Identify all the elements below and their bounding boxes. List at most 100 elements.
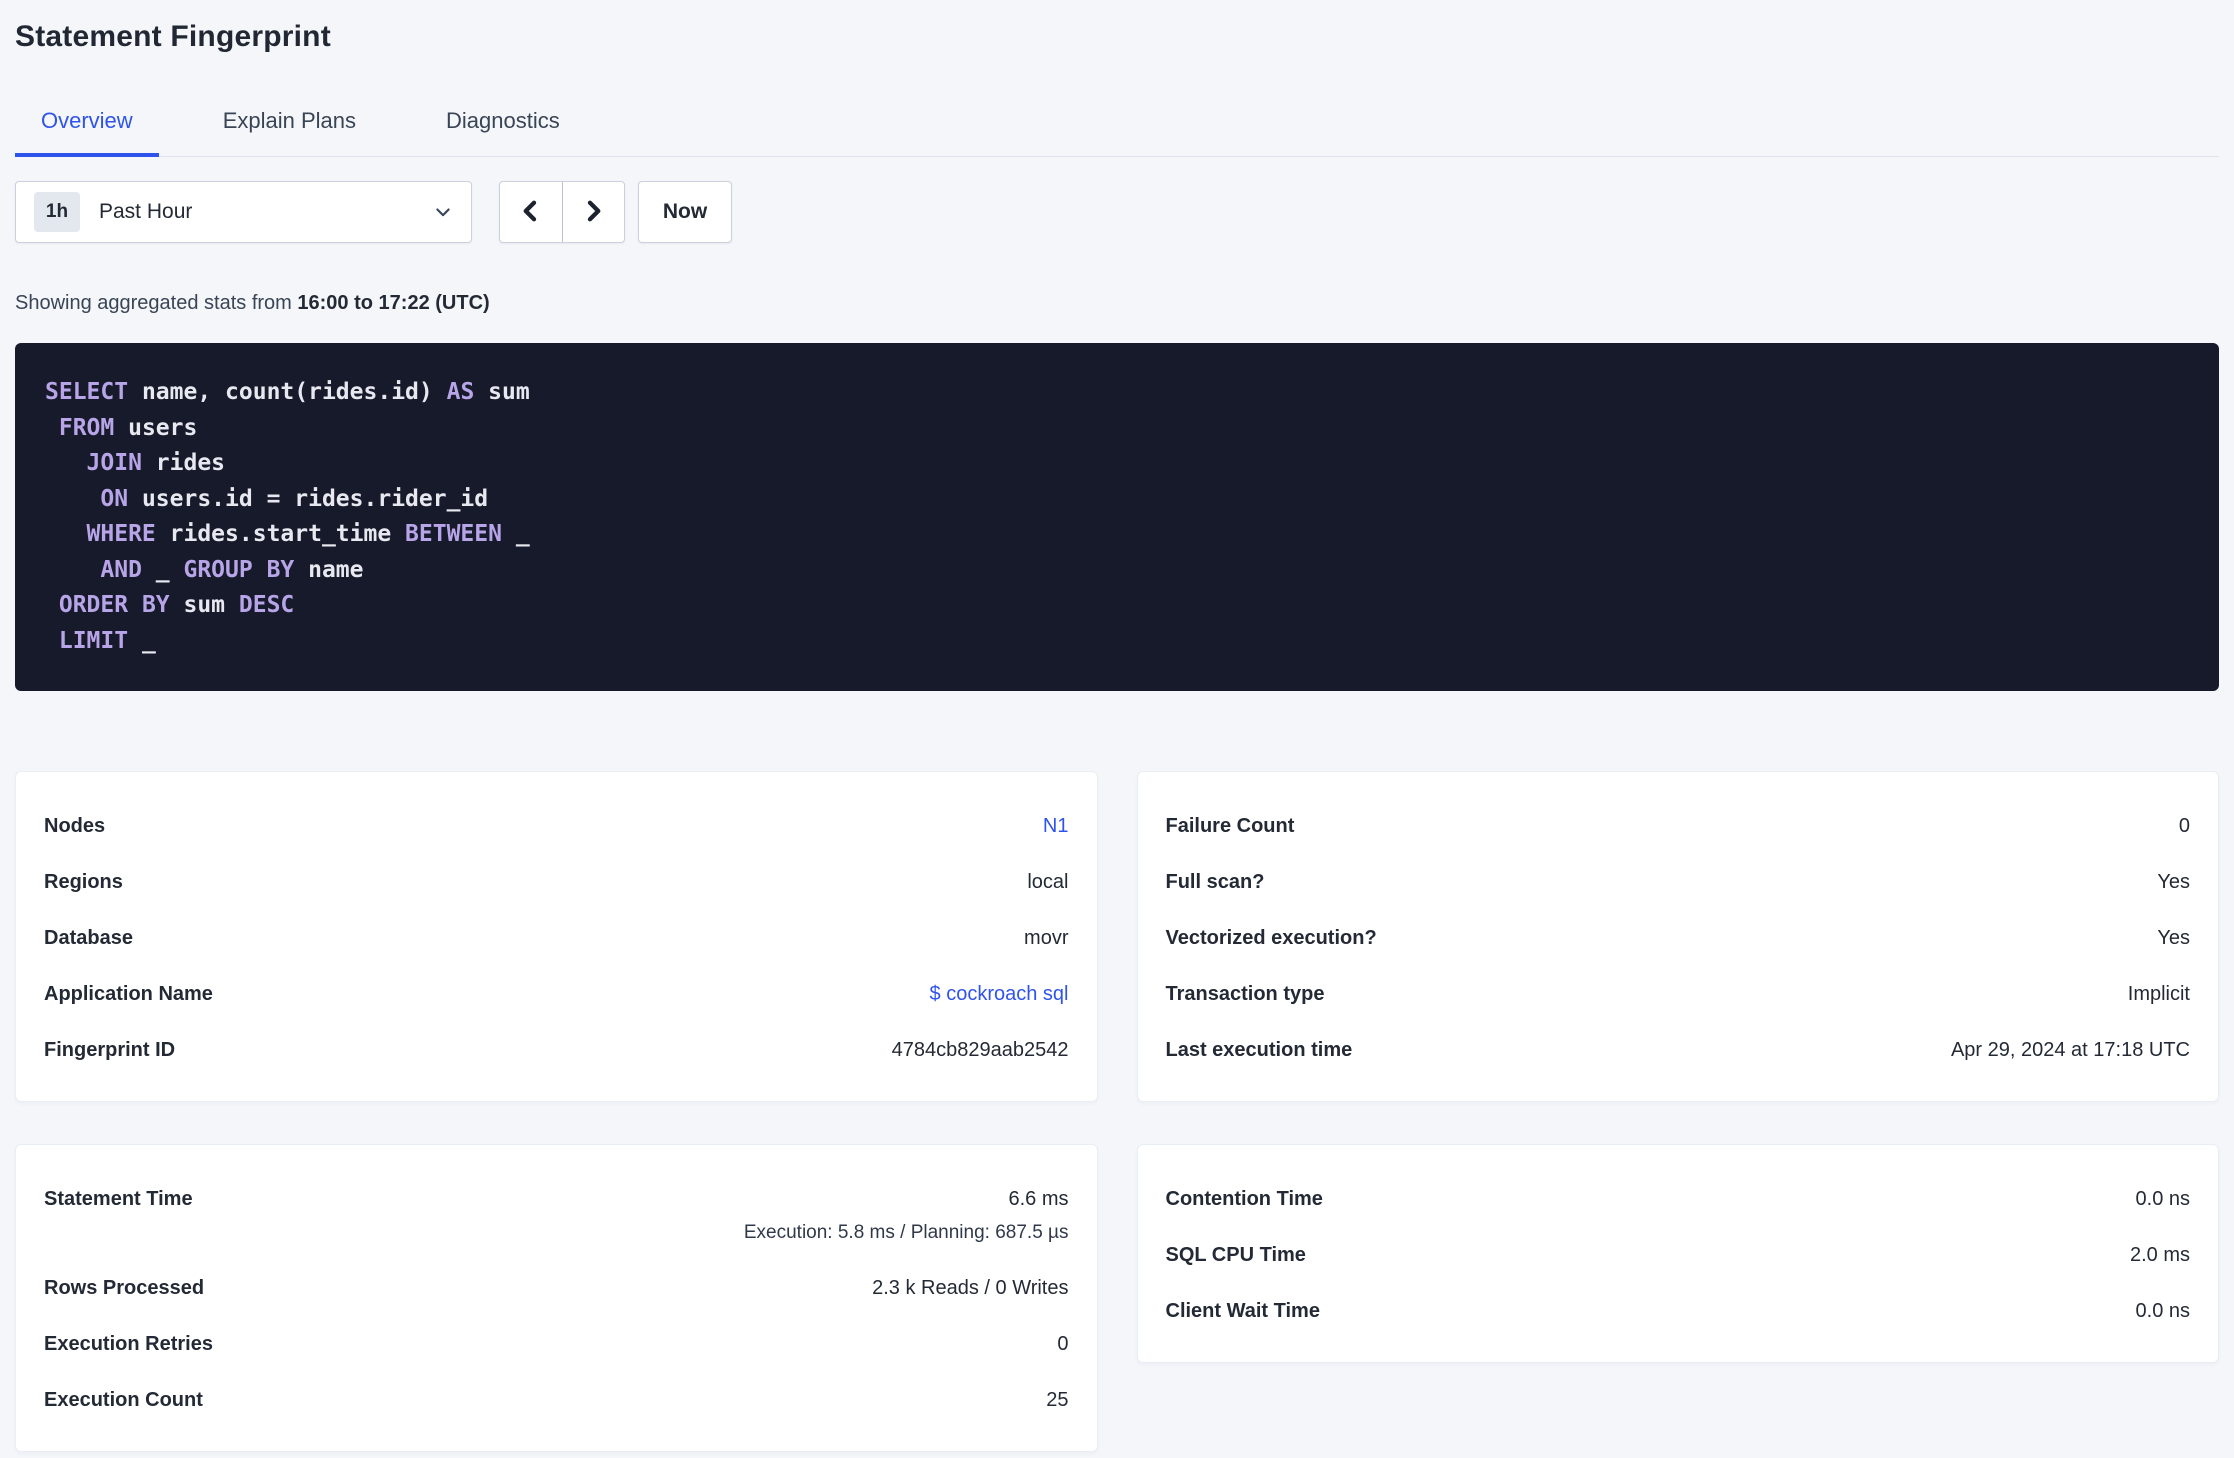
tab-explain-plans[interactable]: Explain Plans <box>197 100 382 157</box>
time-range-dropdown[interactable]: 1h Past Hour <box>15 181 472 243</box>
stat-value-link[interactable]: $ cockroach sql <box>930 983 1069 1005</box>
stat-value: 0.0 ns <box>2135 1300 2190 1322</box>
chevron-right-icon <box>581 198 605 227</box>
stat-row: Execution Retries 0 <box>44 1334 1069 1355</box>
stat-row: SQL CPU Time 2.0 ms <box>1166 1245 2191 1266</box>
stat-row: Last execution time Apr 29, 2024 at 17:18… <box>1166 1040 2191 1061</box>
sql-line: WHERE rides.start_time BETWEEN _ <box>86 521 530 547</box>
stat-value: movr <box>1024 927 1069 949</box>
stat-value-wrap: Implicit <box>2128 984 2190 1005</box>
stat-value-wrap: 0.0 ns <box>2136 1301 2190 1322</box>
stat-row: Contention Time 0.0 ns <box>1166 1189 2191 1210</box>
stats-line-range: 16:00 to 17:22 (UTC) <box>297 292 490 314</box>
previous-range-button[interactable] <box>500 182 562 242</box>
stat-row: Nodes N1 <box>44 816 1069 837</box>
stat-row: Database movr <box>44 928 1069 949</box>
aggregated-stats-line: Showing aggregated stats from 16:00 to 1… <box>15 289 2219 317</box>
sql-line: LIMIT _ <box>58 627 156 654</box>
stat-value: 25 <box>1046 1389 1069 1411</box>
stat-label: Fingerprint ID <box>44 1039 176 1061</box>
execution-attributes-card: Failure Count 0 Full scan? Yes Vectorized ex… <box>1136 771 2219 1102</box>
stat-value: 2.0 ms <box>2129 1244 2190 1266</box>
overview-info-card: Nodes N1 Regions local Database movr Applicati… <box>15 771 1098 1102</box>
stat-label: Regions <box>44 871 123 893</box>
stat-label: SQL CPU Time <box>1165 1244 1306 1266</box>
stat-value-wrap: N1 <box>1043 816 1069 837</box>
stat-value: 0 <box>1057 1333 1069 1355</box>
stat-value: 4784cb829aab2542 <box>891 1039 1069 1061</box>
stat-label: Execution Count <box>44 1389 203 1411</box>
stat-value: local <box>1027 871 1069 893</box>
stat-label: Statement Time <box>44 1188 193 1210</box>
stat-value: 0 <box>2178 815 2190 837</box>
time-controls: 1h Past Hour Now <box>15 181 2219 243</box>
stat-value: 2.3 k Reads / 0 Writes <box>872 1277 1069 1299</box>
sql-line: SELECT name, count(rides.id) AS sum <box>45 379 530 405</box>
stat-value: 6.6 ms <box>1008 1188 1069 1210</box>
stat-value-wrap: $ cockroach sql <box>930 984 1069 1005</box>
stat-row: Fingerprint ID 4784cb829aab2542 <box>44 1040 1069 1061</box>
stat-value-wrap: Yes <box>2157 872 2190 893</box>
stat-value: Yes <box>2157 871 2190 893</box>
stat-value-wrap: 0.0 ns <box>2136 1189 2190 1210</box>
stat-value: 0.0 ns <box>2135 1188 2190 1210</box>
stat-label: Database <box>44 927 133 949</box>
wait-time-card: Contention Time 0.0 ns SQL CPU Time 2.0 ms C… <box>1136 1144 2219 1363</box>
chevron-left-icon <box>519 198 543 227</box>
stat-value-link[interactable]: N1 <box>1043 815 1069 837</box>
stat-value-wrap: 0 <box>1057 1334 1068 1355</box>
stat-row: Application Name $ cockroach sql <box>44 984 1069 1005</box>
stat-subvalue: Execution: 5.8 ms / Planning: 687.5 µs <box>743 1222 1069 1243</box>
stats-line-prefix: Showing aggregated stats from <box>15 292 298 314</box>
stat-value: Implicit <box>2127 983 2190 1005</box>
stat-label: Vectorized execution? <box>1165 927 1377 949</box>
sql-statement-box: SELECT name, count(rides.id) AS sum FROM… <box>15 343 2219 691</box>
stat-value-wrap: 25 <box>1046 1390 1068 1411</box>
stat-row: Regions local <box>44 872 1069 893</box>
stat-label: Failure Count <box>1165 815 1295 837</box>
stat-row: Failure Count 0 <box>1166 816 2191 837</box>
sql-line: FROM users <box>58 414 198 441</box>
sql-line: ON users.id = rides.rider_id <box>100 485 489 512</box>
stat-label: Client Wait Time <box>1165 1300 1320 1322</box>
stat-label: Execution Retries <box>44 1333 213 1355</box>
stat-value-wrap: 0 <box>2179 816 2190 837</box>
next-range-button[interactable] <box>561 182 625 242</box>
stat-label: Full scan? <box>1165 871 1265 893</box>
stat-row: Vectorized execution? Yes <box>1166 928 2191 949</box>
stat-value: Apr 29, 2024 at 17:18 UTC <box>1950 1039 2190 1061</box>
stat-value-wrap: 2.0 ms <box>2130 1245 2190 1266</box>
sql-line: JOIN rides <box>86 450 226 476</box>
stat-value-wrap: movr <box>1024 928 1068 949</box>
time-range-badge: 1h <box>34 192 80 232</box>
stat-row: Full scan? Yes <box>1166 872 2191 893</box>
stat-value-wrap: Yes <box>2157 928 2190 949</box>
tab-diagnostics[interactable]: Diagnostics <box>420 100 586 157</box>
tab-bar: Overview Explain Plans Diagnostics <box>15 100 2219 157</box>
stat-label: Last execution time <box>1165 1039 1353 1061</box>
stat-value-wrap: 6.6 ms Execution: 5.8 ms / Planning: 687.… <box>743 1188 1069 1244</box>
stat-value-wrap: 2.3 k Reads / 0 Writes <box>872 1278 1068 1299</box>
stat-row: Statement Time 6.6 ms Execution: 5.8 ms / … <box>44 1188 1069 1244</box>
tab-overview[interactable]: Overview <box>15 100 159 157</box>
chevron-down-icon <box>433 202 453 222</box>
time-range-label: Past Hour <box>99 200 193 223</box>
page-title: Statement Fingerprint <box>15 20 331 53</box>
stat-label: Transaction type <box>1165 983 1325 1005</box>
stat-value-wrap: Apr 29, 2024 at 17:18 UTC <box>1951 1040 2190 1061</box>
stat-row: Rows Processed 2.3 k Reads / 0 Writes <box>44 1278 1069 1299</box>
statement-performance-card: Statement Time 6.6 ms Execution: 5.8 ms / … <box>15 1144 1098 1452</box>
stat-label: Rows Processed <box>44 1277 205 1299</box>
sql-line: ORDER BY sum DESC <box>58 592 295 618</box>
stat-label: Application Name <box>44 983 213 1005</box>
sql-line: AND _ GROUP BY name <box>100 556 364 583</box>
stat-row: Client Wait Time 0.0 ns <box>1166 1301 2191 1322</box>
stat-value: Yes <box>2157 927 2190 949</box>
stat-value-wrap: 4784cb829aab2542 <box>892 1040 1069 1061</box>
now-button[interactable]: Now <box>638 181 732 243</box>
stat-value-wrap: local <box>1027 872 1068 893</box>
time-range-stepper <box>499 181 625 243</box>
stat-label: Nodes <box>44 815 106 837</box>
stat-row: Transaction type Implicit <box>1166 984 2191 1005</box>
stat-row: Execution Count 25 <box>44 1390 1069 1411</box>
